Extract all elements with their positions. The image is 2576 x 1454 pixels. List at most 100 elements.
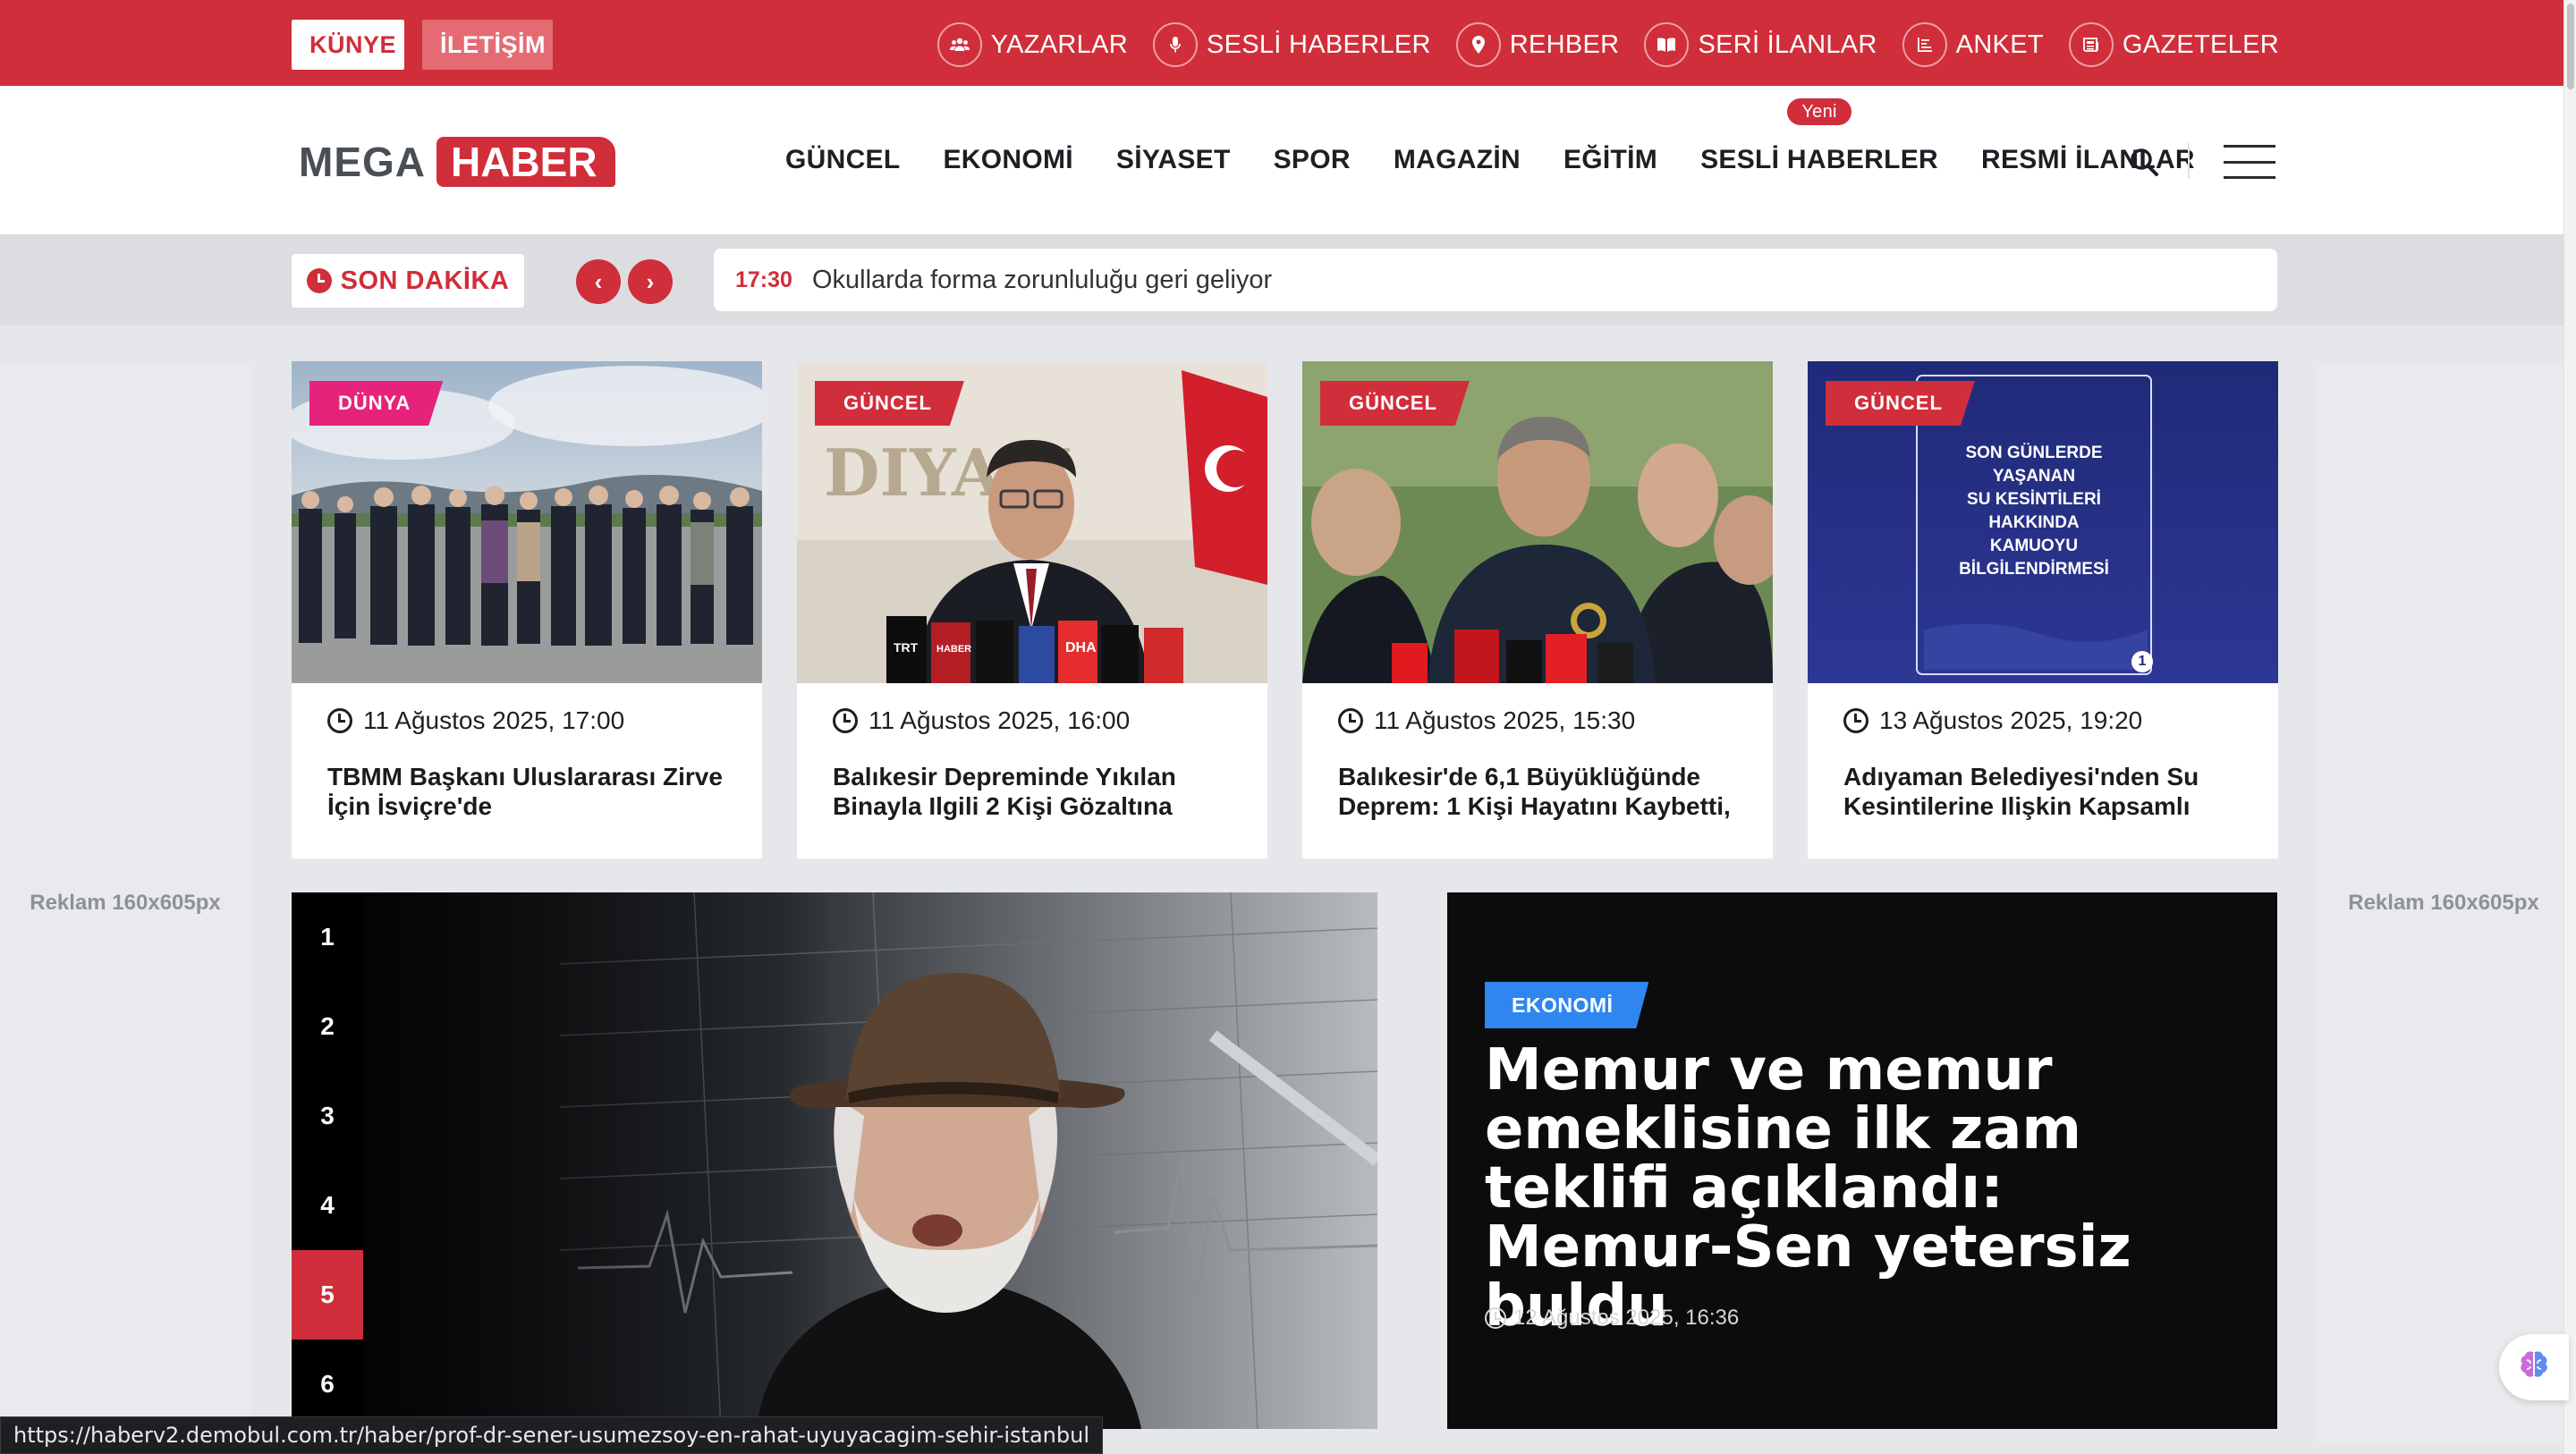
svg-text:DHA: DHA <box>1065 640 1097 655</box>
poster-text: SON GÜNLERDE YAŞANAN SU KESİNTİLERİ HAKK… <box>1917 442 2151 581</box>
top-link-rehber[interactable]: REHBER <box>1455 22 1620 67</box>
news-card[interactable]: DÜNYA 11 Ağustos 2025, 17:00 TBMM Başkan… <box>292 361 762 858</box>
brain-icon <box>2516 1348 2552 1388</box>
nav-item-egitim[interactable]: EĞİTİM <box>1563 145 1657 175</box>
featured-date: 12 Ağustos 2025, 16:36 <box>1485 1306 1739 1331</box>
news-card[interactable]: SON GÜNLERDE YAŞANAN SU KESİNTİLERİ HAKK… <box>1808 361 2278 858</box>
news-card-date: 11 Ağustos 2025, 16:00 <box>833 706 1130 735</box>
ticker-next-button[interactable]: › <box>628 259 673 304</box>
site-logo[interactable]: MEGA HABER <box>299 136 615 188</box>
microphone-icon <box>1152 22 1198 67</box>
news-card-image[interactable]: DIYAM TRT HABER DHA GÜNCEL <box>797 361 1267 683</box>
svg-text:HABER: HABER <box>936 644 971 655</box>
news-card-date: 11 Ağustos 2025, 15:30 <box>1338 706 1635 735</box>
slider-page-3[interactable]: 3 <box>292 1071 363 1161</box>
nav-item-siyaset[interactable]: SİYASET <box>1116 145 1231 175</box>
nav-item-spor[interactable]: SPOR <box>1274 145 1351 175</box>
slider-page-2[interactable]: 2 <box>292 982 363 1071</box>
news-card-title[interactable]: Balıkesir Depreminde Yıkılan Binayla Ilg… <box>833 762 1237 821</box>
news-card-date: 11 Ağustos 2025, 17:00 <box>327 706 624 735</box>
poster-line: SON GÜNLERDE <box>1965 444 2103 462</box>
ticker-headline: Okullarda forma zorunluluğu geri geliyor <box>811 265 1273 294</box>
breaking-news-ticker[interactable]: 17:30 Okullarda forma zorunluluğu geri g… <box>714 249 2277 311</box>
kunye-button[interactable]: KÜNYE <box>292 20 404 70</box>
clock-icon <box>1843 708 1868 733</box>
date-text: 11 Ağustos 2025, 17:00 <box>363 706 625 734</box>
search-icon[interactable] <box>2129 147 2159 177</box>
site-header: MEGA HABER GÜNCEL EKONOMİ SİYASET SPOR M… <box>0 86 2563 234</box>
date-text: 13 Ağustos 2025, 19:20 <box>1879 706 2143 734</box>
nav-item-resmi-ilanlar[interactable]: RESMİ İLANLAR <box>1981 145 2195 175</box>
top-link-label: ANKET <box>1955 30 2044 59</box>
top-links: YAZARLAR SESLİ HABERLER REHBER SERİ İLAN… <box>936 20 2279 70</box>
logo-mega-text: MEGA <box>299 139 426 185</box>
map-pin-icon <box>1455 22 1501 67</box>
top-link-seri-ilanlar[interactable]: SERİ İLANLAR <box>1644 22 1877 67</box>
top-bar: KÜNYE İLETİŞİM YAZARLAR SESLİ HABERLER R… <box>0 0 2563 86</box>
top-link-yazarlar[interactable]: YAZARLAR <box>936 22 1128 67</box>
category-tag[interactable]: GÜNCEL <box>1320 381 1470 426</box>
headline-cards: DÜNYA 11 Ağustos 2025, 17:00 TBMM Başkan… <box>292 361 2278 858</box>
ad-right[interactable]: Reklam 160x605px <box>2318 363 2569 1445</box>
nav-item-ekonomi[interactable]: EKONOMİ <box>943 145 1072 175</box>
date-text: 12 Ağustos 2025, 16:36 <box>1513 1306 1740 1330</box>
son-dakika-text: SON DAKİKA <box>340 266 510 295</box>
slider-page-4[interactable]: 4 <box>292 1161 363 1250</box>
top-link-anket[interactable]: ANKET <box>1902 22 2044 67</box>
top-link-label: SESLİ HABERLER <box>1206 30 1431 59</box>
poster-line: YAŞANAN <box>1992 467 2076 486</box>
book-icon <box>1644 22 1690 67</box>
news-card-image[interactable]: DÜNYA <box>292 361 762 683</box>
nav-item-sesli-haberler[interactable]: SESLİ HABERLER Yeni <box>1700 98 1938 175</box>
news-card[interactable]: DIYAM TRT HABER DHA GÜNCEL 11 Ağustos 20… <box>797 361 1267 858</box>
page-scrollbar[interactable] <box>2563 0 2576 1454</box>
top-link-label: SERİ İLANLAR <box>1698 30 1877 59</box>
poster-line: SU KESİNTİLERİ <box>1967 490 2101 509</box>
clock-icon <box>1485 1307 1506 1329</box>
news-card-title[interactable]: Adıyaman Belediyesi'nden Su Kesintilerin… <box>1843 762 2248 821</box>
nav-item-magazin[interactable]: MAGAZİN <box>1394 145 1521 175</box>
logo-haber-text: HABER <box>436 137 615 187</box>
main-slider-image[interactable] <box>292 892 1377 1429</box>
category-tag[interactable]: DÜNYA <box>309 381 443 426</box>
clock-icon <box>327 708 352 733</box>
news-card-image[interactable]: GÜNCEL <box>1302 361 1773 683</box>
ticker-prev-button[interactable]: ‹ <box>576 259 621 304</box>
category-tag[interactable]: GÜNCEL <box>1826 381 1975 426</box>
date-text: 11 Ağustos 2025, 16:00 <box>869 706 1131 734</box>
date-text: 11 Ağustos 2025, 15:30 <box>1374 706 1636 734</box>
menu-icon[interactable] <box>2224 145 2275 179</box>
top-link-gazeteler[interactable]: GAZETELER <box>2068 22 2279 67</box>
clock-icon <box>833 708 858 733</box>
new-badge: Yeni <box>1787 98 1852 125</box>
category-tag[interactable]: EKONOMİ <box>1485 982 1648 1028</box>
poll-icon <box>1902 22 1947 67</box>
clock-icon <box>1338 708 1363 733</box>
news-card-title[interactable]: Balıkesir'de 6,1 Büyüklüğünde Deprem: 1 … <box>1338 762 1742 821</box>
nav-item-guncel[interactable]: GÜNCEL <box>785 145 900 175</box>
news-card[interactable]: GÜNCEL 11 Ağustos 2025, 15:30 Balıkesir'… <box>1302 361 1773 858</box>
news-card-date: 13 Ağustos 2025, 19:20 <box>1843 706 2142 735</box>
status-bar-url: https://haberv2.demobul.com.tr/haber/pro… <box>0 1416 1103 1454</box>
ticker-time: 17:30 <box>735 266 792 292</box>
ad-left[interactable]: Reklam 160x605px <box>0 363 250 1445</box>
top-link-sesli-haberler[interactable]: SESLİ HABERLER <box>1152 22 1431 67</box>
news-card-title[interactable]: TBMM Başkanı Uluslararası Zirve İçin İsv… <box>327 762 732 821</box>
poster-line: KAMUOYU <box>1989 537 2079 555</box>
slider-page-1[interactable]: 1 <box>292 892 363 982</box>
ai-assistant-button[interactable] <box>2499 1334 2569 1400</box>
scrollbar-thumb[interactable] <box>2567 4 2574 89</box>
breaking-news-bar: SON DAKİKA ‹ › 17:30 Okullarda forma zor… <box>0 234 2563 325</box>
news-card-image[interactable]: SON GÜNLERDE YAŞANAN SU KESİNTİLERİ HAKK… <box>1808 361 2278 683</box>
iletisim-button[interactable]: İLETİŞİM <box>422 20 553 70</box>
slider-page-5[interactable]: 5 <box>292 1250 363 1340</box>
main-nav: GÜNCEL EKONOMİ SİYASET SPOR MAGAZİN EĞİT… <box>785 86 2227 234</box>
featured-title[interactable]: Memur ve memur emeklisine ilk zam teklif… <box>1485 1041 2218 1336</box>
users-icon <box>936 22 982 67</box>
slider-page-6[interactable]: 6 <box>292 1340 363 1429</box>
featured-story[interactable]: EKONOMİ Memur ve memur emeklisine ilk za… <box>1447 892 2277 1429</box>
top-link-label: REHBER <box>1509 30 1620 59</box>
category-tag[interactable]: GÜNCEL <box>815 381 964 426</box>
nav-item-label: SESLİ HABERLER <box>1700 145 1938 174</box>
ad-label: Reklam 160x605px <box>2348 891 2539 915</box>
